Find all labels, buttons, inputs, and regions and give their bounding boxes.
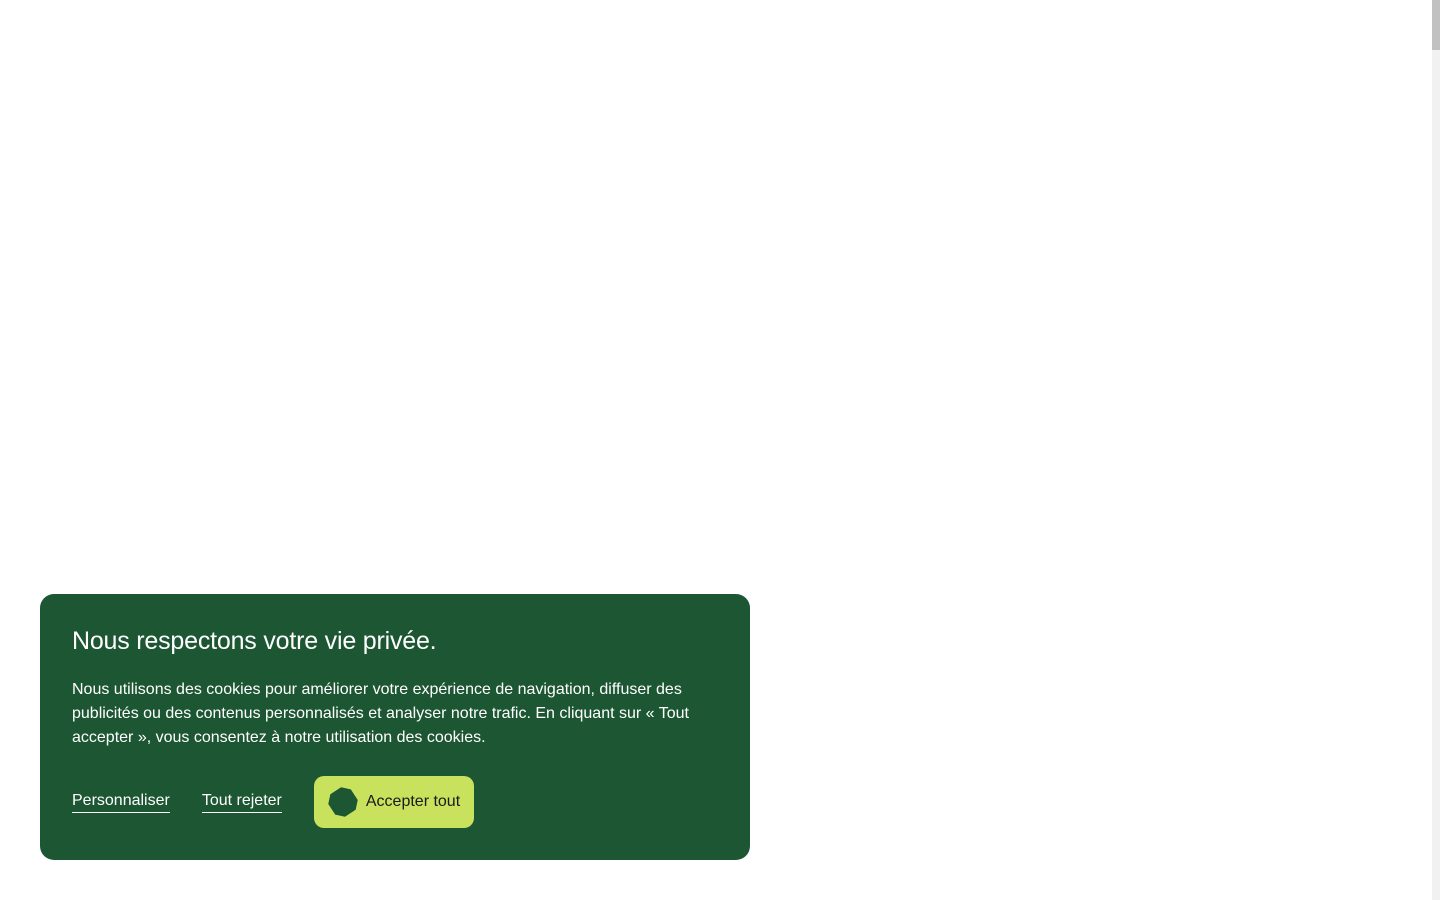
accept-all-button[interactable]: Accepter tout xyxy=(313,776,475,828)
cookie-banner-title: Nous respectons votre vie privée. xyxy=(72,627,437,655)
scrollbar[interactable] xyxy=(1432,0,1440,900)
accept-all-label: Accepter tout xyxy=(365,793,461,810)
cookie-banner-actions: Personnaliser Tout rejeter Accepter tout xyxy=(72,776,475,828)
scrollbar-thumb[interactable] xyxy=(1432,0,1440,50)
cookie-consent-banner: Nous respectons votre vie privée. Nous u… xyxy=(40,594,750,860)
personalize-link[interactable]: Personnaliser xyxy=(72,791,170,813)
octagon-icon xyxy=(328,787,358,817)
cookie-banner-text: Nous utilisons des cookies pour améliore… xyxy=(72,681,689,746)
page: Nous respectons votre vie privée. Nous u… xyxy=(0,0,1440,900)
reject-all-link[interactable]: Tout rejeter xyxy=(201,791,282,813)
